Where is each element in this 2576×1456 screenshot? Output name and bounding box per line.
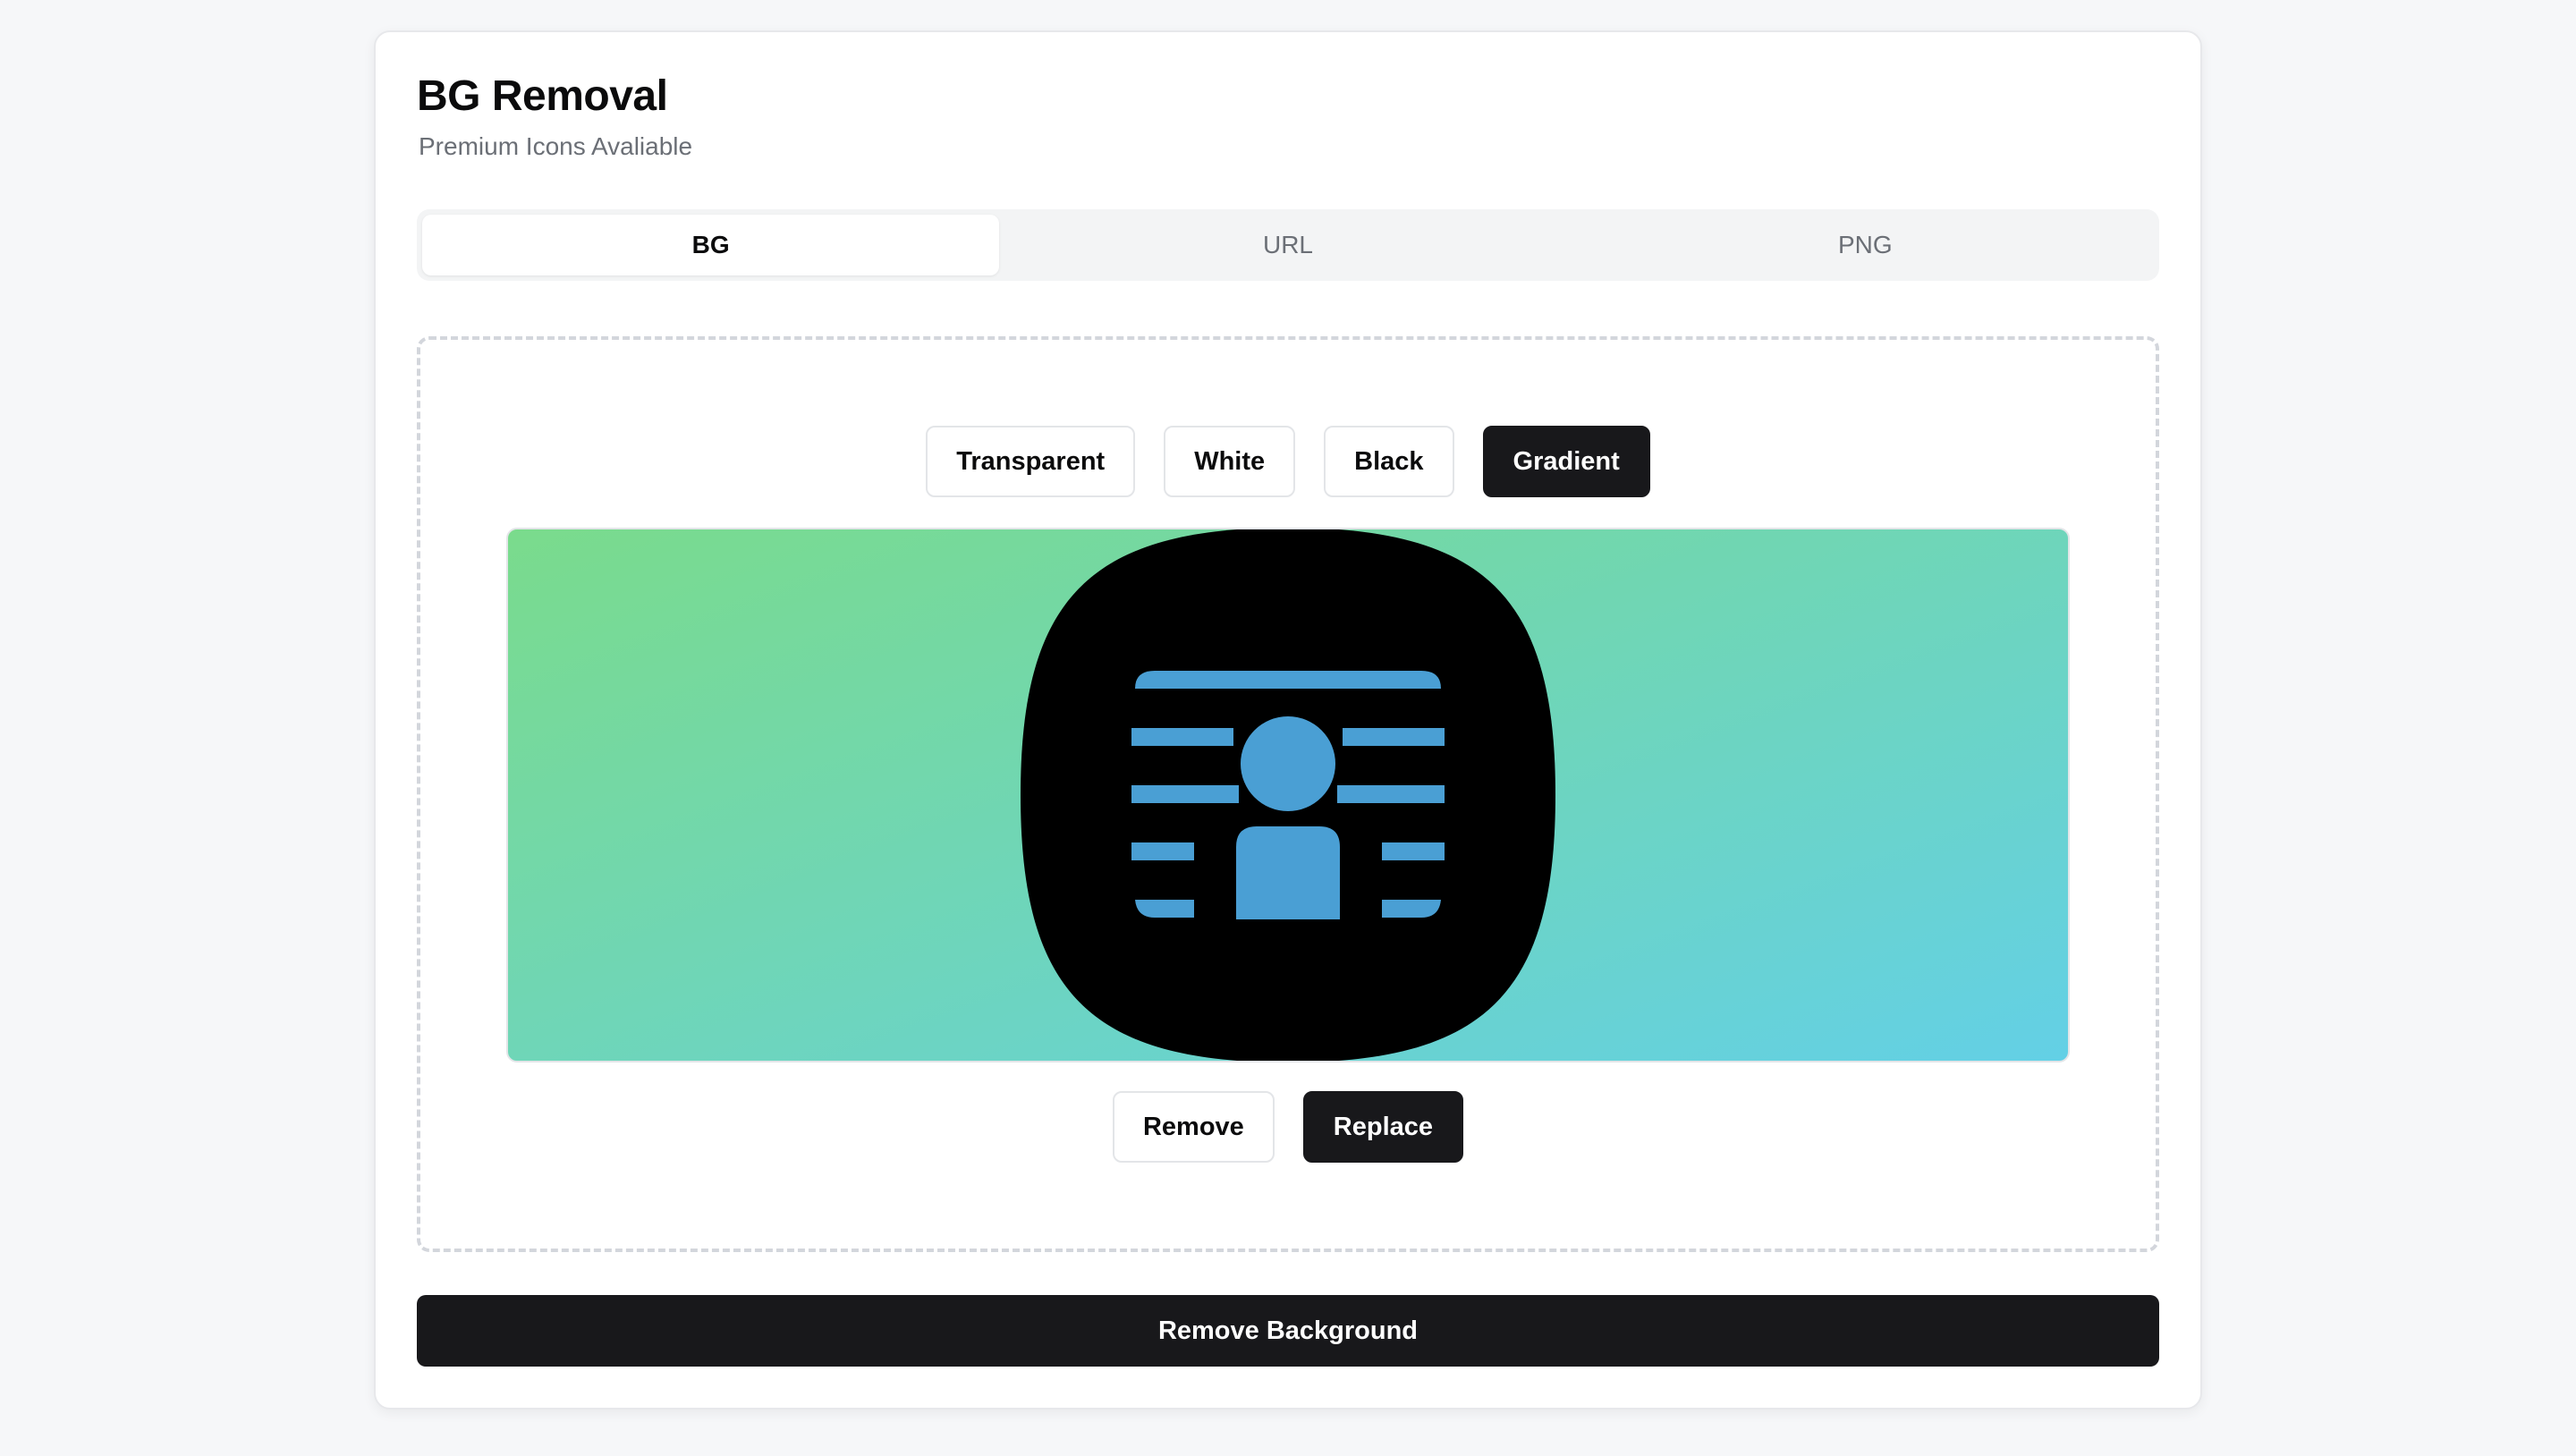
icon-line-left-1 [1131, 728, 1233, 746]
icon-bottom-left [1135, 900, 1194, 918]
gradient-bg-button[interactable]: Gradient [1482, 426, 1650, 497]
tab-png[interactable]: PNG [1577, 215, 2154, 275]
person-id-icon [1021, 529, 1555, 1061]
icon-bottom-right [1382, 900, 1441, 918]
preview-actions: Remove Replace [420, 1091, 2156, 1163]
icon-line-left-2 [1131, 785, 1239, 803]
icon-line-right-3 [1382, 842, 1445, 860]
remove-background-button[interactable]: Remove Background [417, 1295, 2159, 1367]
icon-body [1236, 826, 1340, 919]
image-preview [506, 528, 2070, 1062]
black-bg-button[interactable]: Black [1324, 426, 1454, 497]
icon-top-bar [1135, 671, 1441, 689]
remove-button[interactable]: Remove [1112, 1091, 1275, 1163]
icon-line-right-2 [1337, 785, 1445, 803]
replace-button[interactable]: Replace [1302, 1091, 1464, 1163]
page-title: BG Removal [417, 72, 668, 120]
transparent-bg-button[interactable]: Transparent [926, 426, 1136, 497]
icon-head [1241, 716, 1335, 811]
page-subtitle: Premium Icons Avaliable [419, 132, 693, 160]
image-dropzone[interactable]: Transparent White Black Gradient Remove … [417, 336, 2159, 1252]
background-options: Transparent White Black Gradient [420, 426, 2156, 497]
icon-line-left-3 [1131, 842, 1194, 860]
tab-bg[interactable]: BG [422, 215, 1000, 275]
tab-url[interactable]: URL [999, 215, 1576, 275]
bg-removal-card: BG Removal Premium Icons Avaliable BG UR… [374, 30, 2202, 1409]
icon-line-right-1 [1343, 728, 1445, 746]
white-bg-button[interactable]: White [1164, 426, 1296, 497]
tab-bar: BG URL PNG [417, 209, 2159, 281]
